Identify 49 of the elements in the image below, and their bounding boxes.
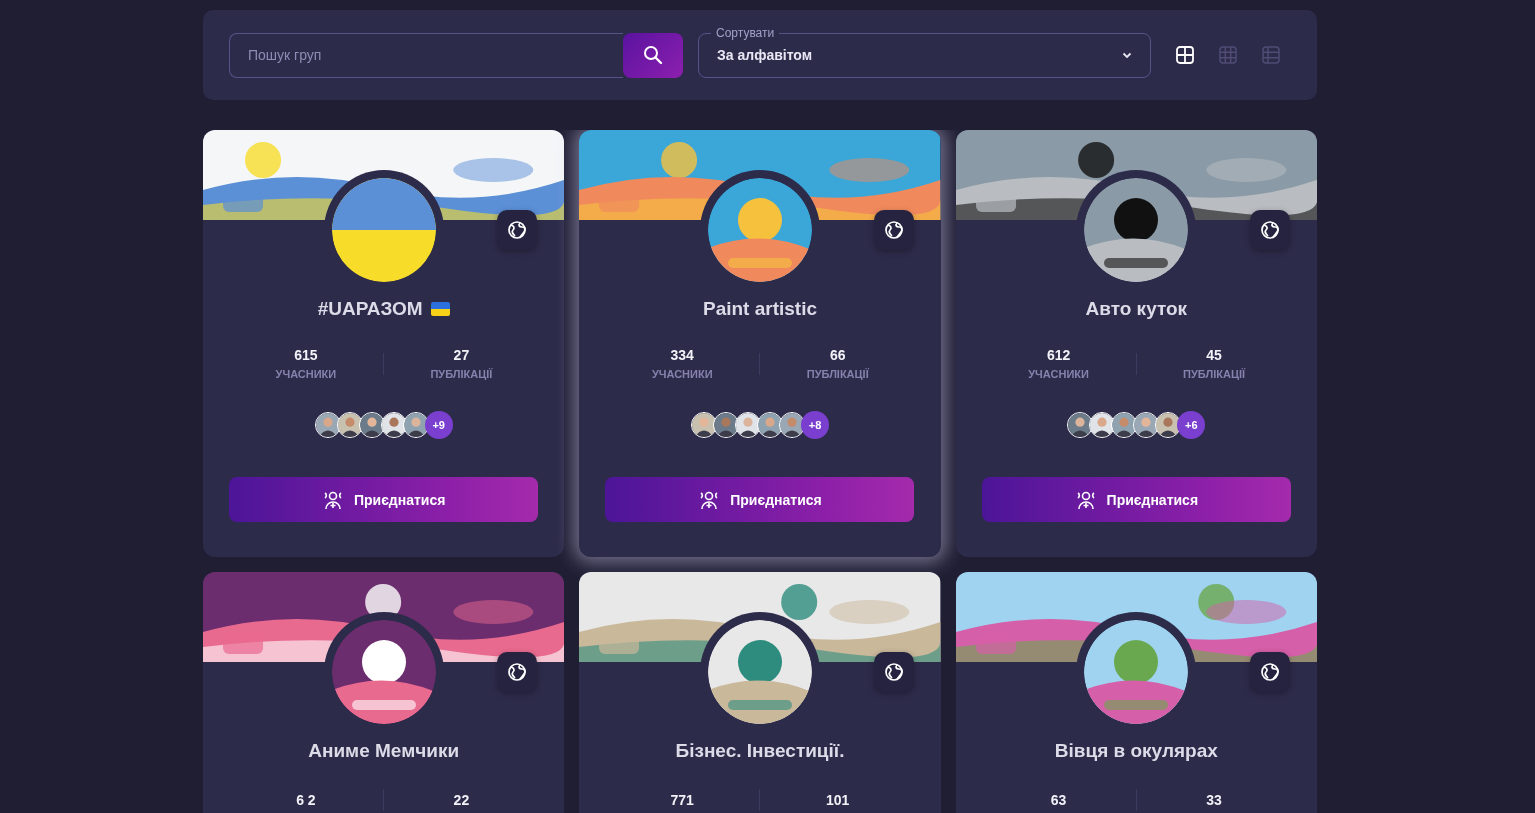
stat-value: 771 — [670, 792, 694, 808]
group-name: Аниме Мемчики — [308, 740, 460, 762]
globe-button[interactable] — [497, 210, 538, 250]
group-name: Бізнес. Інвестиції. — [675, 740, 845, 762]
group-name: Paint artistic — [702, 298, 817, 320]
more-members-badge: +8 — [801, 411, 829, 439]
globe-icon — [507, 220, 528, 240]
stat-label: УЧАСНИКИ — [1028, 368, 1089, 380]
globe-button[interactable] — [497, 652, 538, 692]
more-members-badge: +9 — [424, 411, 453, 439]
stat-label: УЧАСНИКИ — [275, 368, 337, 380]
stat-value: 45 — [1206, 347, 1222, 363]
globe-icon — [507, 662, 528, 682]
sort-value: За алфавітом — [717, 47, 813, 63]
globe-button[interactable] — [873, 210, 914, 250]
search-field[interactable]: Пошук груп — [229, 32, 623, 78]
join-button[interactable]: Приєднатися — [605, 477, 915, 522]
group-name: Вівця в окулярах — [1054, 740, 1218, 762]
stat-value: 33 — [1206, 792, 1222, 808]
globe-button[interactable] — [873, 652, 914, 692]
stat-value: 612 — [1046, 347, 1071, 363]
globe-button[interactable] — [1250, 210, 1290, 250]
stat-value: 27 — [453, 347, 470, 363]
stat-label: ПУБЛІКАЦІЇ — [806, 368, 869, 380]
globe-button[interactable] — [1250, 652, 1290, 692]
search-button[interactable] — [623, 32, 683, 78]
large-grid-icon[interactable] — [1175, 45, 1195, 65]
stat-value: 66 — [829, 347, 846, 363]
group-name: Авто куток — [1085, 298, 1188, 320]
stat-label: ПУБЛІКАЦІЇ — [430, 368, 493, 380]
stat-label: УЧАСНИКИ — [651, 368, 713, 380]
group-name: #UAРАЗОМ — [317, 298, 423, 320]
stat-value: 101 — [826, 792, 850, 808]
stat-value: 6 2 — [296, 792, 316, 808]
more-members-badge: +6 — [1177, 411, 1206, 439]
stat-value: 63 — [1050, 792, 1067, 808]
globe-icon — [883, 662, 904, 682]
globe-icon — [1260, 220, 1280, 240]
sort-label: Сортувати — [711, 25, 780, 40]
join-button[interactable]: Приєднатися — [981, 477, 1291, 522]
globe-icon — [883, 220, 904, 240]
stat-value: 22 — [453, 792, 470, 808]
stat-label: ПУБЛІКАЦІЇ — [1183, 368, 1246, 380]
chevron-down-icon — [1122, 51, 1132, 59]
search-icon — [643, 45, 663, 65]
stat-value: 615 — [294, 347, 318, 363]
stat-value: 334 — [670, 347, 694, 363]
join-button[interactable]: Приєднатися — [229, 477, 539, 522]
globe-icon — [1260, 662, 1280, 682]
